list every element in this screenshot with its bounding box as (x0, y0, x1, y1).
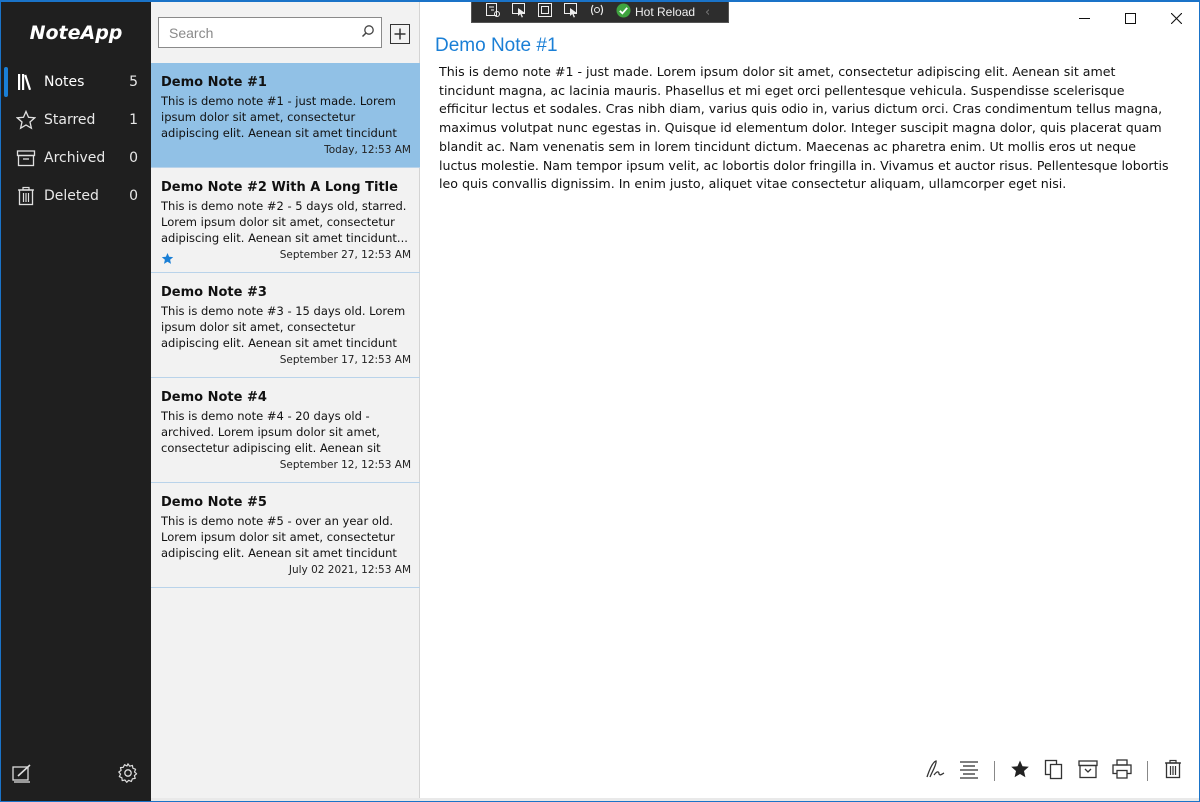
status-strip (151, 798, 1199, 801)
duplicate-button[interactable] (1042, 759, 1066, 783)
note-list-item[interactable]: Demo Note #3 This is demo note #3 - 15 d… (151, 273, 420, 378)
ink-button[interactable] (923, 759, 947, 783)
archive-box-icon (1077, 758, 1099, 784)
close-icon (1170, 9, 1182, 28)
gear-icon (117, 763, 139, 788)
note-preview: This is demo note #5 - over an year old.… (161, 514, 397, 560)
note-editor: Demo Note #1 This is demo note #1 - just… (420, 2, 1199, 801)
hot-reload-indicator[interactable]: Hot Reload (616, 3, 695, 22)
note-heading[interactable]: Demo Note #1 (435, 35, 558, 57)
sidebar-footer (1, 762, 151, 788)
note-date: September 17, 12:53 AM (279, 354, 411, 366)
close-button[interactable] (1153, 2, 1199, 34)
binding-icon (589, 2, 605, 22)
sidebar-item-count: 1 (129, 112, 138, 128)
printer-icon (1111, 758, 1133, 784)
sidebar-item-starred[interactable]: Starred 1 (1, 101, 151, 139)
note-title: Demo Note #3 (161, 285, 267, 300)
settings-button[interactable] (117, 762, 141, 786)
new-note-button[interactable] (11, 762, 35, 786)
maximize-button[interactable] (1107, 2, 1153, 34)
starred-icon (161, 250, 174, 264)
note-title: Demo Note #1 (161, 75, 267, 90)
note-list-item[interactable]: Demo Note #4 This is demo note #4 - 20 d… (151, 378, 420, 483)
plus-icon (394, 25, 406, 44)
new-note-icon (11, 764, 33, 788)
format-button[interactable] (957, 759, 981, 783)
sidebar-item-archived[interactable]: Archived 0 (1, 139, 151, 177)
sidebar-nav: Notes 5 Starred 1 Archived 0 Deleted 0 (1, 63, 151, 215)
note-preview: This is demo note #3 - 15 days old. Lore… (161, 304, 406, 350)
notes-list-pane: Demo Note #1 This is demo note #1 - just… (151, 2, 420, 801)
trash-icon (1163, 759, 1183, 783)
select-cursor-icon (511, 2, 527, 22)
search-icon (361, 23, 375, 42)
note-toolbar (913, 758, 1185, 784)
archive-icon (15, 147, 37, 169)
debug-toolbar: Hot Reload ‹ (471, 2, 729, 23)
sidebar-item-label: Starred (44, 112, 96, 128)
toolbar-separator (994, 761, 995, 781)
note-date: September 27, 12:53 AM (279, 249, 411, 261)
search-input[interactable] (159, 18, 355, 47)
print-button[interactable] (1110, 759, 1134, 783)
sidebar-item-label: Deleted (44, 188, 99, 204)
note-title: Demo Note #5 (161, 495, 267, 510)
star-outline-icon (15, 109, 37, 131)
minimize-button[interactable] (1061, 2, 1107, 34)
collapse-toolbar-icon[interactable]: ‹ (705, 5, 710, 20)
search-button[interactable] (355, 18, 381, 47)
note-date: Today, 12:53 AM (324, 144, 411, 156)
focus-icon (563, 2, 579, 22)
sidebar-item-count: 5 (129, 74, 138, 90)
star-icon (1010, 759, 1030, 783)
sidebar: NoteApp Notes 5 Starred 1 Archived 0 Del… (1, 2, 151, 801)
sidebar-item-label: Archived (44, 150, 106, 166)
copy-icon (1043, 758, 1065, 784)
sidebar-item-label: Notes (44, 74, 85, 90)
note-body[interactable]: This is demo note #1 - just made. Lorem … (439, 63, 1169, 194)
archive-button[interactable] (1076, 759, 1100, 783)
app-title: NoteApp (29, 22, 123, 44)
check-circle-icon (616, 3, 631, 22)
delete-button[interactable] (1161, 759, 1185, 783)
track-focus-button[interactable] (558, 2, 584, 22)
toolbar-separator (1147, 761, 1148, 781)
star-button[interactable] (1008, 759, 1032, 783)
maximize-icon (1124, 9, 1136, 28)
sidebar-item-count: 0 (129, 150, 138, 166)
note-list-item[interactable]: Demo Note #2 With A Long Title This is d… (151, 168, 420, 273)
note-date: September 12, 12:53 AM (279, 459, 411, 471)
visual-tree-icon (485, 2, 501, 22)
window-controls (1061, 2, 1199, 34)
note-title: Demo Note #4 (161, 390, 267, 405)
note-preview: This is demo note #1 - just made. Lorem … (161, 94, 397, 140)
books-icon (15, 71, 37, 93)
note-title: Demo Note #2 With A Long Title (161, 180, 398, 195)
note-preview: This is demo note #2 - 5 days old, starr… (161, 199, 408, 245)
align-text-icon (958, 758, 980, 784)
search-box (158, 17, 382, 48)
add-note-button[interactable] (390, 24, 410, 44)
hot-reload-label: Hot Reload (635, 5, 696, 19)
sidebar-item-notes[interactable]: Notes 5 (1, 63, 151, 101)
notes-list: Demo Note #1 This is demo note #1 - just… (151, 63, 420, 588)
minimize-icon (1078, 9, 1090, 28)
note-date: July 02 2021, 12:53 AM (288, 564, 411, 576)
app-window: NoteApp Notes 5 Starred 1 Archived 0 Del… (0, 0, 1200, 802)
pen-icon (924, 758, 946, 784)
binding-failures-button[interactable] (584, 2, 610, 22)
sidebar-item-count: 0 (129, 188, 138, 204)
note-preview: This is demo note #4 - 20 days old - arc… (161, 409, 381, 455)
note-list-item[interactable]: Demo Note #1 This is demo note #1 - just… (151, 63, 420, 168)
trash-icon (15, 185, 37, 207)
note-list-item[interactable]: Demo Note #5 This is demo note #5 - over… (151, 483, 420, 588)
display-adorners-button[interactable] (532, 2, 558, 22)
adorner-icon (537, 2, 553, 22)
sidebar-item-deleted[interactable]: Deleted 0 (1, 177, 151, 215)
live-visual-tree-button[interactable] (480, 2, 506, 22)
select-element-button[interactable] (506, 2, 532, 22)
